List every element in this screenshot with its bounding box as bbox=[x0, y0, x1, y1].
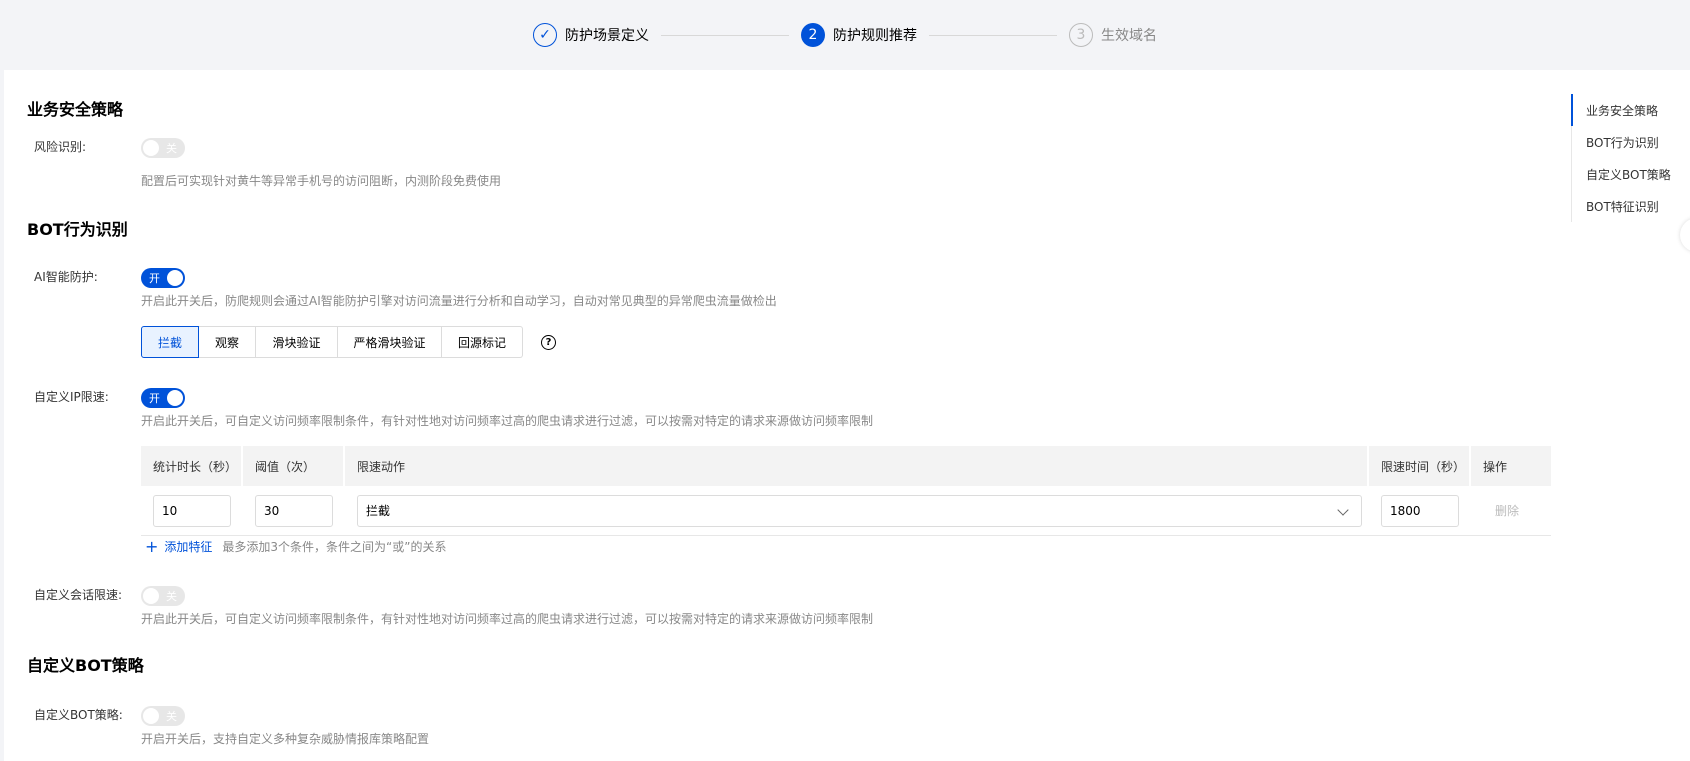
section-title-custom-bot: 自定义BOT策略 bbox=[27, 656, 144, 675]
check-icon: ✓ bbox=[533, 23, 557, 47]
action-select[interactable]: 拦截 bbox=[357, 494, 1362, 527]
action-observe[interactable]: 观察 bbox=[199, 326, 256, 358]
delete-button[interactable]: 删除 bbox=[1495, 502, 1519, 519]
risk-desc: 配置后可实现针对黄牛等异常手机号的访问阻断，内测阶段免费使用 bbox=[141, 174, 502, 188]
session-toggle[interactable]: 关 bbox=[141, 586, 185, 606]
ai-toggle[interactable]: 开 bbox=[141, 268, 185, 288]
plus-icon[interactable]: + bbox=[145, 538, 158, 555]
step-number: 2 bbox=[801, 23, 825, 47]
session-label: 自定义会话限速: bbox=[34, 588, 123, 602]
add-feature-button[interactable]: 添加特征 bbox=[164, 538, 212, 555]
threshold-input[interactable]: 30 bbox=[255, 494, 333, 527]
section-title-business: 业务安全策略 bbox=[27, 100, 124, 119]
add-feature-row: + 添加特征 最多添加3个条件，条件之间为“或”的关系 bbox=[145, 538, 447, 555]
step-connector bbox=[929, 34, 1057, 36]
action-select-value: 拦截 bbox=[366, 504, 391, 518]
anchor-nav: 业务安全策略 BOT行为识别 自定义BOT策略 BOT特征识别 bbox=[1571, 94, 1671, 222]
col-op: 操作 bbox=[1471, 446, 1551, 486]
step-label: 防护规则推荐 bbox=[833, 28, 917, 44]
toggle-text: 关 bbox=[166, 142, 177, 155]
step-label: 防护场景定义 bbox=[565, 28, 649, 44]
col-threshold: 阈值（次） bbox=[243, 446, 343, 486]
col-limit-time: 限速时间（秒） bbox=[1369, 446, 1469, 486]
anchor-business[interactable]: 业务安全策略 bbox=[1571, 94, 1671, 126]
toggle-text: 开 bbox=[149, 392, 160, 405]
chevron-down-icon bbox=[1337, 503, 1349, 516]
risk-label: 风险识别: bbox=[34, 140, 87, 154]
section-title-bot: BOT行为识别 bbox=[27, 220, 128, 239]
step-scene-definition: ✓ 防护场景定义 bbox=[533, 23, 649, 47]
action-strict-slider[interactable]: 严格滑块验证 bbox=[338, 326, 442, 358]
custom-bot-label: 自定义BOT策略: bbox=[34, 708, 123, 722]
step-number: 3 bbox=[1069, 23, 1093, 47]
session-desc: 开启此开关后，可自定义访问频率限制条件，有针对性地对访问频率过高的爬虫请求进行过… bbox=[141, 612, 874, 626]
toggle-knob bbox=[167, 390, 183, 406]
step-connector bbox=[661, 34, 789, 36]
toggle-knob bbox=[167, 270, 183, 286]
anchor-custom-bot[interactable]: 自定义BOT策略 bbox=[1572, 158, 1671, 190]
rate-limit-table: 统计时长（秒） 阈值（次） 限速动作 限速时间（秒） 操作 10 30 拦截 1… bbox=[141, 446, 1551, 536]
ai-label: AI智能防护: bbox=[34, 270, 98, 284]
action-mark[interactable]: 回源标记 bbox=[442, 326, 523, 358]
anchor-bot-behavior[interactable]: BOT行为识别 bbox=[1572, 126, 1671, 158]
action-segmented: 拦截 观察 滑块验证 严格滑块验证 回源标记 bbox=[141, 326, 523, 358]
limit-time-input[interactable]: 1800 bbox=[1381, 494, 1459, 527]
ai-desc: 开启此开关后，防爬规则会通过AI智能防护引擎对访问流量进行分析和自动学习，自动对… bbox=[141, 294, 777, 308]
table-row: 10 30 拦截 1800 删除 bbox=[141, 486, 1551, 536]
main-card: 业务安全策略 风险识别: 关 配置后可实现针对黄牛等异常手机号的访问阻断，内测阶… bbox=[4, 70, 1690, 761]
custom-bot-desc: 开启开关后，支持自定义多种复杂威胁情报库策略配置 bbox=[141, 732, 430, 746]
add-feature-hint: 最多添加3个条件，条件之间为“或”的关系 bbox=[222, 540, 447, 554]
ip-label: 自定义IP限速: bbox=[34, 390, 109, 404]
toggle-knob bbox=[143, 708, 159, 724]
step-indicator: ✓ 防护场景定义 2 防护规则推荐 3 生效域名 bbox=[0, 0, 1690, 70]
ip-toggle[interactable]: 开 bbox=[141, 388, 185, 408]
risk-toggle[interactable]: 关 bbox=[141, 138, 185, 158]
help-icon[interactable]: ? bbox=[541, 335, 556, 350]
action-slider[interactable]: 滑块验证 bbox=[256, 326, 338, 358]
custom-bot-toggle[interactable]: 关 bbox=[141, 706, 185, 726]
toggle-text: 开 bbox=[149, 272, 160, 285]
toggle-text: 关 bbox=[166, 590, 177, 603]
action-block[interactable]: 拦截 bbox=[141, 326, 199, 358]
anchor-bot-feature[interactable]: BOT特征识别 bbox=[1572, 190, 1671, 222]
step-domains: 3 生效域名 bbox=[1069, 23, 1157, 47]
toggle-knob bbox=[143, 140, 159, 156]
table-header: 统计时长（秒） 阈值（次） 限速动作 限速时间（秒） 操作 bbox=[141, 446, 1551, 486]
duration-input[interactable]: 10 bbox=[153, 494, 231, 527]
toggle-knob bbox=[143, 588, 159, 604]
step-rule-recommend: 2 防护规则推荐 bbox=[801, 23, 917, 47]
toggle-text: 关 bbox=[166, 710, 177, 723]
col-action: 限速动作 bbox=[345, 446, 1367, 486]
step-label: 生效域名 bbox=[1101, 28, 1157, 44]
ip-desc: 开启此开关后，可自定义访问频率限制条件，有针对性地对访问频率过高的爬虫请求进行过… bbox=[141, 414, 874, 428]
col-duration: 统计时长（秒） bbox=[141, 446, 241, 486]
